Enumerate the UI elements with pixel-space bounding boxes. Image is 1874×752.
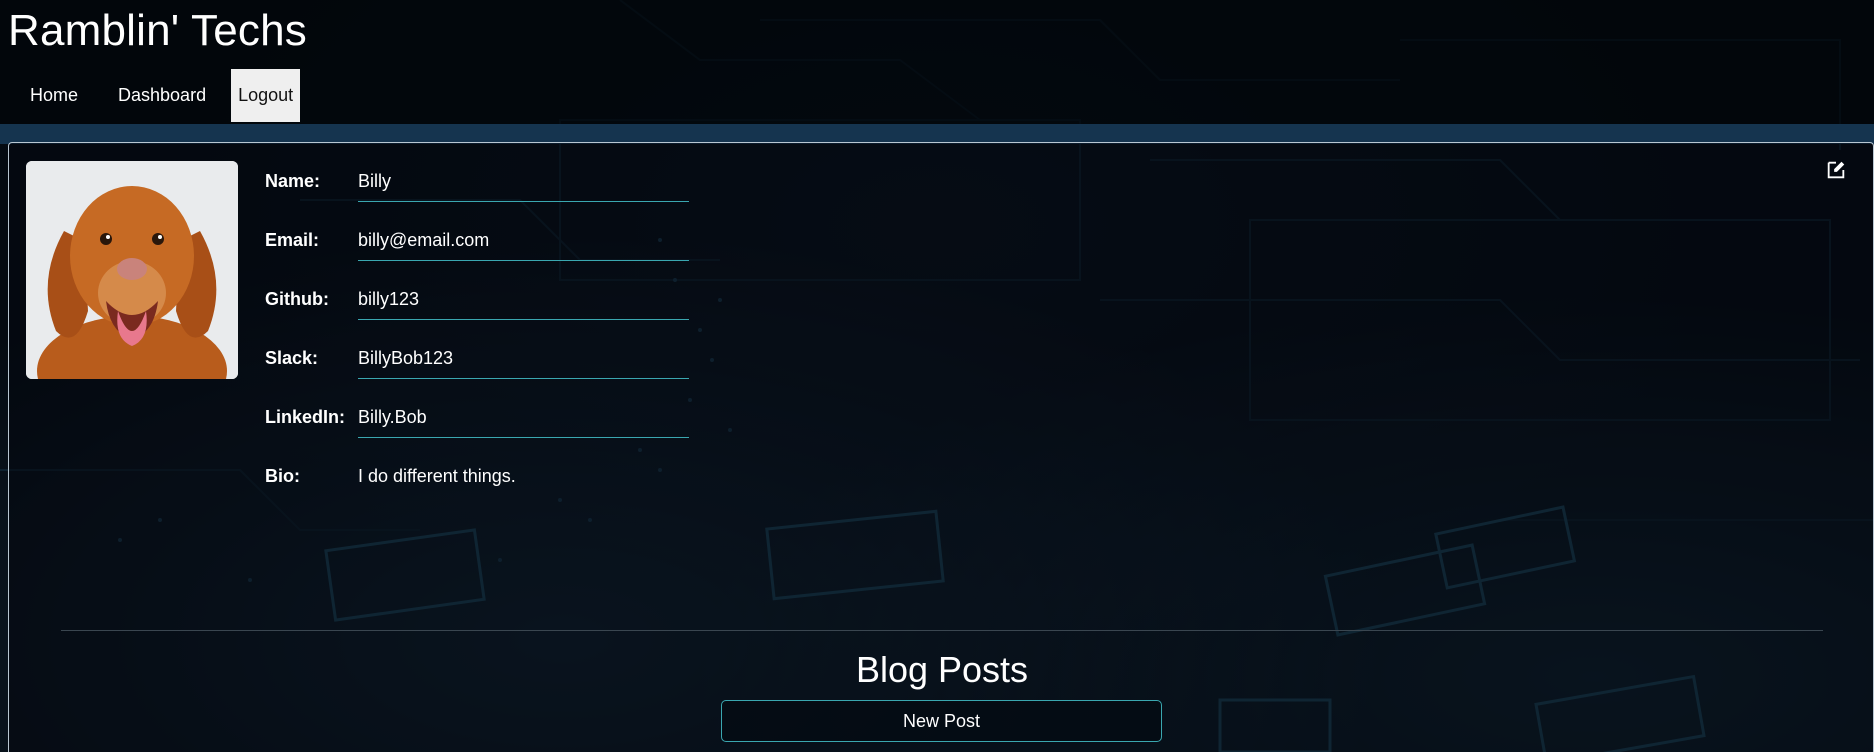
field-label-email: Email: (265, 230, 320, 250)
nav-logout-link[interactable]: Logout (231, 69, 301, 122)
profile-fields: Name: Billy Email: billy@email.com Githu… (265, 157, 865, 511)
dog-avatar-image (26, 161, 238, 379)
section-divider (61, 630, 1823, 631)
field-underline (358, 378, 689, 379)
field-value-bio: I do different things. (358, 466, 516, 486)
field-label-linkedin: LinkedIn: (265, 407, 345, 427)
site-title: Ramblin' Techs (8, 6, 307, 55)
blog-posts-heading: Blog Posts (855, 649, 1029, 690)
field-value-github: billy123 (358, 289, 420, 309)
field-label-name: Name: (265, 171, 321, 191)
field-underline (358, 201, 689, 202)
nav-dashboard-link[interactable]: Dashboard (98, 69, 226, 122)
field-underline (358, 437, 689, 438)
field-row-email: Email: billy@email.com (265, 216, 865, 275)
field-label-slack: Slack: (265, 348, 319, 368)
field-underline (358, 319, 689, 320)
field-row-slack: Slack: BillyBob123 (265, 334, 865, 393)
profile-card: Name: Billy Email: billy@email.com Githu… (8, 142, 1874, 752)
field-value-slack: BillyBob123 (358, 348, 454, 368)
field-value-name: Billy (358, 171, 392, 191)
field-value-email: billy@email.com (358, 230, 490, 250)
header-band (0, 124, 1874, 144)
avatar (26, 161, 238, 379)
field-label-bio: Bio: (265, 466, 300, 486)
field-underline (358, 260, 689, 261)
field-row-github: Github: billy123 (265, 275, 865, 334)
new-post-button[interactable]: New Post (721, 700, 1162, 742)
field-row-name: Name: Billy (265, 157, 865, 216)
field-value-linkedin: Billy.Bob (358, 407, 427, 427)
field-label-github: Github: (265, 289, 329, 309)
edit-profile-button[interactable] (1825, 159, 1847, 181)
site-header: Ramblin' Techs Home Dashboard Logout (0, 0, 1874, 124)
edit-icon (1827, 161, 1845, 179)
main-nav: Home Dashboard Logout (10, 69, 301, 122)
field-row-linkedin: LinkedIn: Billy.Bob (265, 393, 865, 452)
nav-home-link[interactable]: Home (10, 69, 98, 122)
field-row-bio: Bio: I do different things. (265, 452, 865, 511)
